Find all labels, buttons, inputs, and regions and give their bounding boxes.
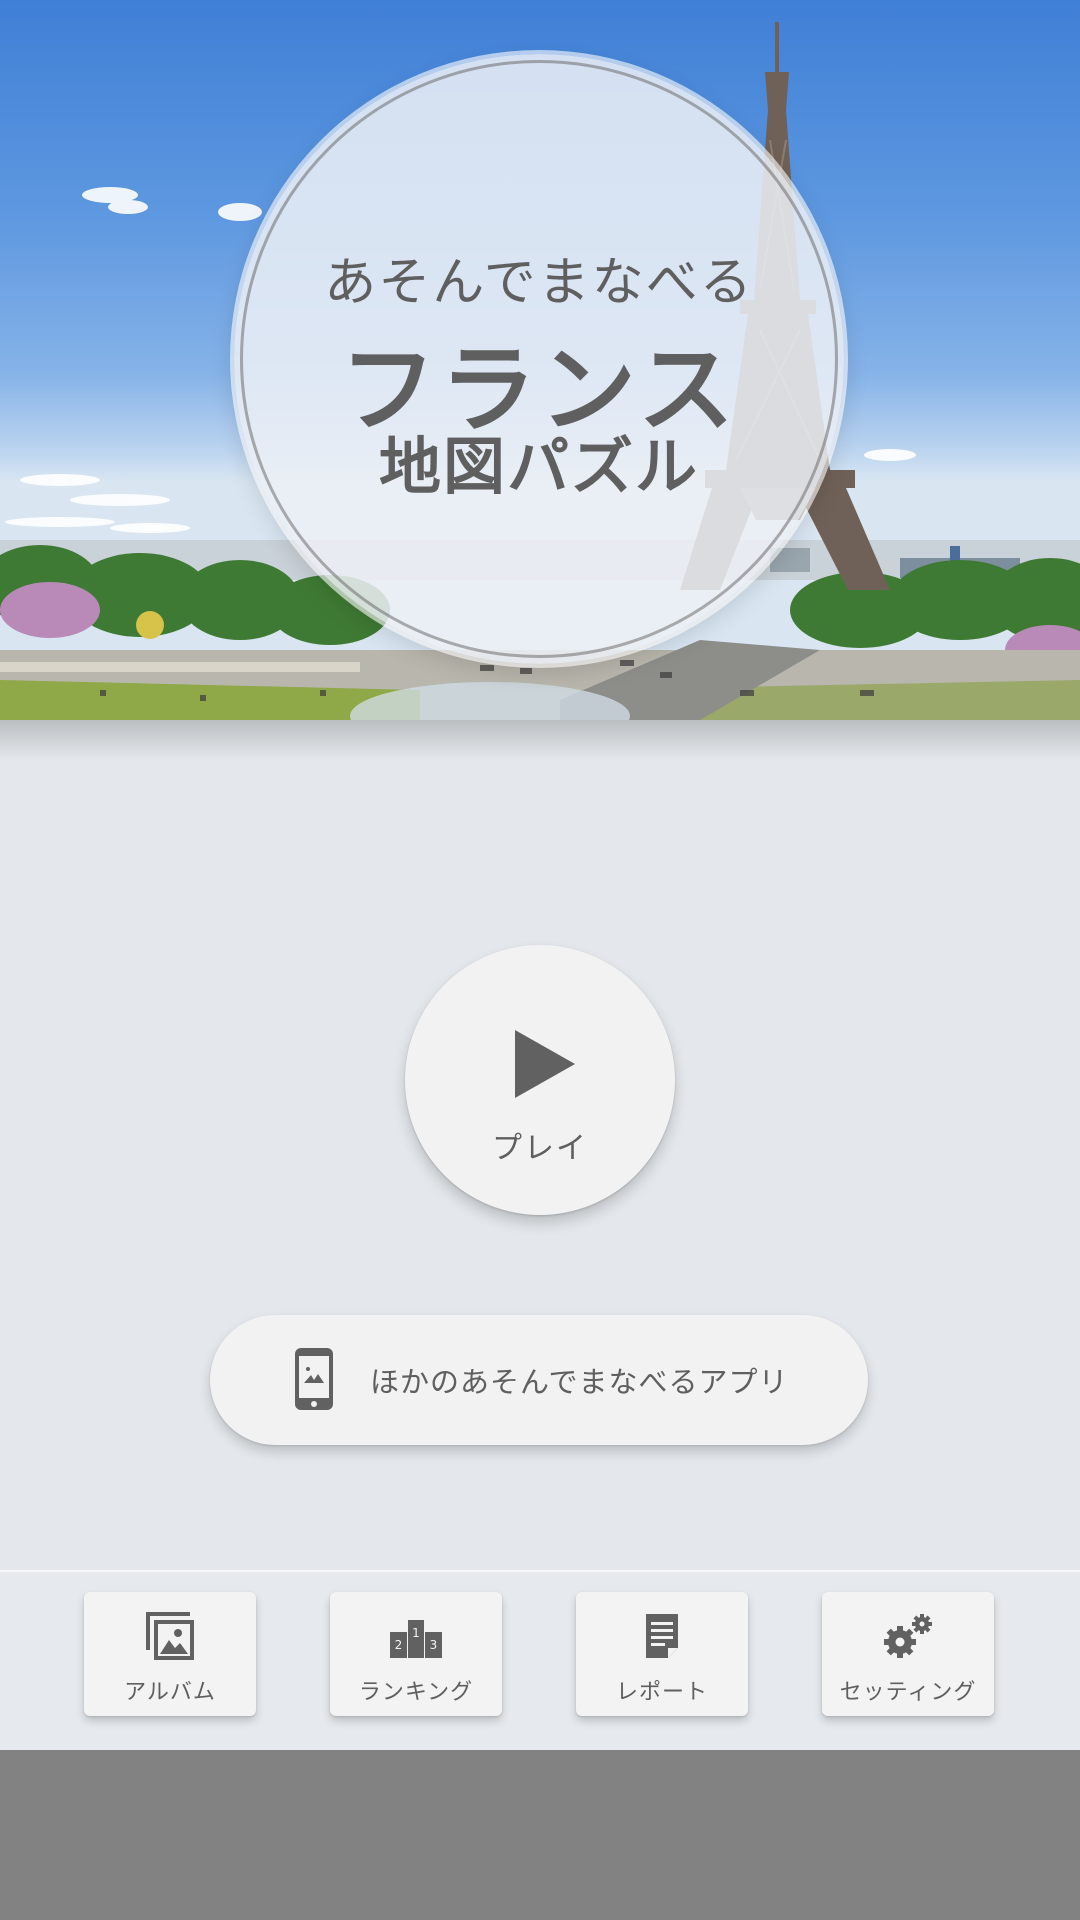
gears-icon <box>884 1614 932 1658</box>
app-title-puzzle: 地図パズル <box>378 430 699 503</box>
other-apps-button[interactable]: ほかのあそんでまなべるアプリ <box>210 1315 868 1445</box>
svg-text:2: 2 <box>395 1638 403 1652</box>
settings-label: セッティング <box>839 1680 977 1705</box>
report-document-icon <box>646 1614 678 1658</box>
play-label: プレイ <box>492 1131 588 1166</box>
album-icon <box>146 1612 194 1660</box>
report-label: レポート <box>615 1680 708 1705</box>
report-button[interactable]: レポート <box>576 1592 748 1716</box>
ranking-podium-icon: 2 1 3 <box>390 1620 442 1658</box>
play-button[interactable]: プレイ <box>405 945 675 1215</box>
bottom-menu: アルバム 2 1 3 ランキング レポート セッティング <box>0 1570 1080 1752</box>
svg-text:3: 3 <box>430 1638 438 1652</box>
play-icon <box>515 1030 575 1098</box>
ranking-label: ランキング <box>358 1680 474 1705</box>
system-nav-bar <box>0 1750 1080 1920</box>
title-badge: あそんでまなべる フランス 地図パズル <box>234 54 844 664</box>
home-screen: あそんでまなべる フランス 地図パズル プレイ ほかのあそんでまなべるアプリ ア… <box>0 0 1080 1920</box>
svg-text:1: 1 <box>412 1626 420 1640</box>
app-title: フランス <box>339 334 739 446</box>
settings-button[interactable]: セッティング <box>822 1592 994 1716</box>
album-button[interactable]: アルバム <box>84 1592 256 1716</box>
smartphone-icon <box>295 1348 333 1410</box>
album-label: アルバム <box>124 1680 216 1705</box>
other-apps-label: ほかのあそんでまなべるアプリ <box>370 1365 789 1399</box>
app-subtitle: あそんでまなべる <box>324 253 754 313</box>
ranking-button[interactable]: 2 1 3 ランキング <box>330 1592 502 1716</box>
hero-banner: あそんでまなべる フランス 地図パズル <box>0 0 1080 720</box>
hero-shadow <box>0 720 1080 760</box>
